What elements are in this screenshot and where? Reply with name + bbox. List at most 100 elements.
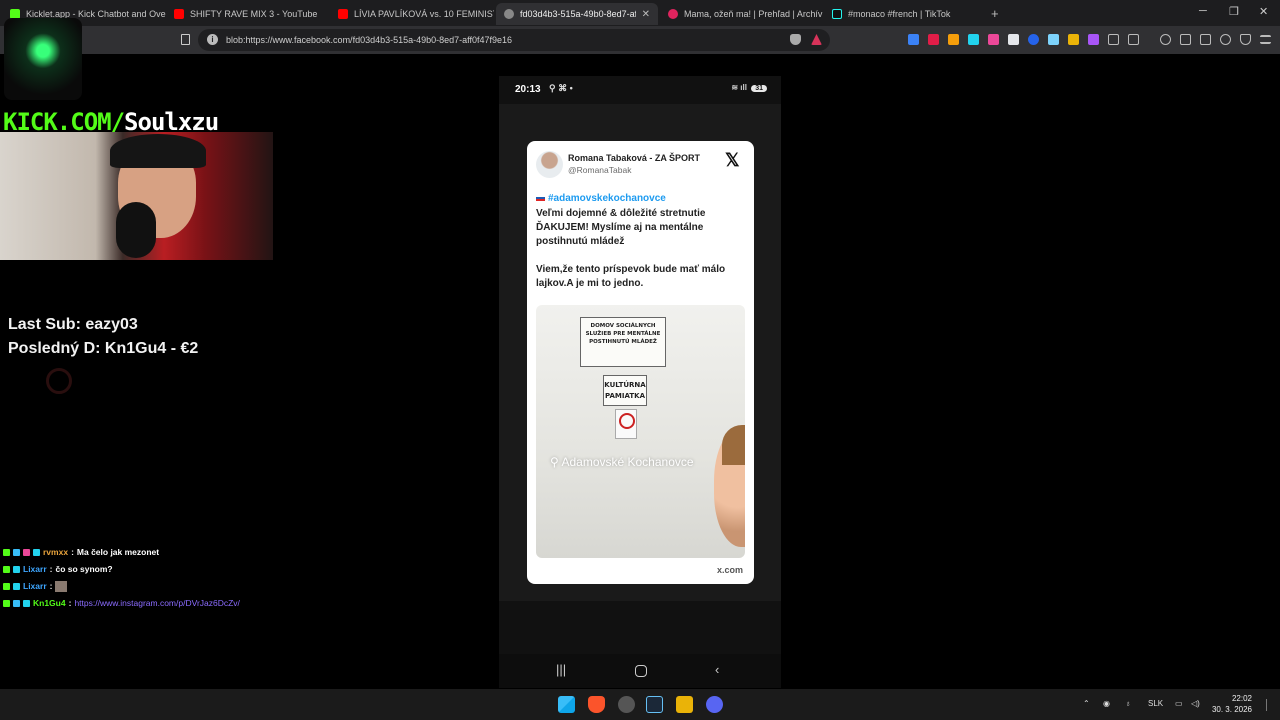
x-logo-icon: 𝕏: [725, 150, 740, 170]
phone-time: 20:13: [515, 84, 541, 95]
chevron-up-icon[interactable]: ⌃: [1083, 699, 1090, 708]
kick-badge-icon: [3, 566, 10, 573]
status-icons: ⚲ ⌘ •: [549, 83, 573, 93]
sub-badge-icon: [13, 583, 20, 590]
youtube-icon: [174, 9, 184, 19]
last-sub: Last Sub: eazy03: [8, 316, 138, 333]
sub-badge-icon: [13, 566, 20, 573]
vip-badge-icon: [33, 549, 40, 556]
location-pin-icon: ⚲: [550, 455, 562, 469]
phone-status-bar: 20:13 ⚲ ⌘ • ≋ ıll 31: [499, 76, 781, 104]
menu-icon[interactable]: [1260, 35, 1271, 44]
tab-youtube-mix[interactable]: SHIFTY RAVE MIX 3 - YouTube: [166, 3, 330, 25]
wallet-icon[interactable]: [1200, 34, 1211, 45]
extension-icon[interactable]: [1088, 34, 1099, 45]
tab-tiktok[interactable]: #monaco #french | TikTok: [824, 3, 988, 25]
extension-icon[interactable]: [928, 34, 939, 45]
chat-message: Lixarr : čo so synom?: [3, 561, 240, 578]
tab-title: #monaco #french | TikTok: [848, 9, 951, 19]
start-icon[interactable]: [558, 696, 575, 713]
url-text: blob:https://www.facebook.com/fd03d4b3-5…: [226, 35, 513, 45]
battery-icon: 31: [751, 85, 767, 92]
emote-image: [55, 581, 68, 592]
microphone-icon[interactable]: ♁: [1125, 699, 1131, 708]
extension-icon[interactable]: [988, 34, 999, 45]
tab-mama-ozen-ma[interactable]: Mama, ožeň ma! | Prehľad | Archív | T: [660, 3, 824, 25]
hashtag-link[interactable]: #adamovskekochanovce: [536, 193, 666, 204]
home-icon[interactable]: [635, 665, 647, 677]
kick-badge-icon: [3, 600, 10, 607]
watermark-icon: [46, 368, 72, 394]
screenshot-icon[interactable]: [1128, 34, 1139, 45]
discord-tray-icon[interactable]: ◉: [1103, 699, 1110, 708]
bookmark-icon[interactable]: [181, 34, 190, 45]
tweet-card: Romana Tabaková - ZA ŠPORT @RomanaTabak …: [527, 141, 754, 584]
tweet-photo: DOMOV SOCIÁLNYCH SLUŽIEB PRE MENTÁLNE PO…: [536, 305, 745, 558]
extension-icon[interactable]: [968, 34, 979, 45]
tab-title: Mama, ožeň ma! | Prehľad | Archív | T: [684, 9, 824, 19]
chat-username: rvmxx: [43, 547, 69, 557]
facility-sign: DOMOV SOCIÁLNYCH SLUŽIEB PRE MENTÁLNE PO…: [580, 317, 666, 367]
extension-icon[interactable]: [1008, 34, 1019, 45]
chat-message: Kn1Gu4 : https://www.instagram.com/p/DVr…: [3, 595, 240, 612]
tab-youtube-debate[interactable]: LÍVIA PAVLÍKOVÁ vs. 10 FEMINISTOV: [330, 3, 494, 25]
person-hair: [722, 425, 745, 465]
close-tab-icon[interactable]: ✕: [642, 9, 650, 20]
avatar: [536, 151, 563, 178]
extension-icon[interactable]: [1028, 34, 1039, 45]
extension-icon[interactable]: [1048, 34, 1059, 45]
puzzle-icon[interactable]: [1108, 34, 1119, 45]
leo-ai-icon[interactable]: [1220, 34, 1231, 45]
music-icon[interactable]: [1160, 34, 1171, 45]
tweet-body: Veľmi dojemné & dôležité stretnutie ĎAKU…: [536, 207, 746, 291]
steam-icon[interactable]: [646, 696, 663, 713]
kick-badge-icon: [3, 583, 10, 590]
show-desktop-button[interactable]: [1266, 699, 1267, 711]
back-icon[interactable]: ‹: [715, 662, 719, 677]
streamer-cap: [110, 134, 206, 168]
language-indicator[interactable]: SLK: [1148, 699, 1163, 708]
app-icon[interactable]: [676, 696, 693, 713]
obs-icon[interactable]: [618, 696, 635, 713]
chat-text: čo so synom?: [55, 564, 113, 574]
chat-text: Ma čelo jak mezonet: [76, 547, 160, 557]
minimize-icon[interactable]: ─: [1199, 5, 1207, 17]
stream-stats: Last Sub: eazy03 Posledný D: Kn1Gu4 - €2: [8, 313, 198, 361]
extension-icon[interactable]: [1068, 34, 1079, 45]
extension-icon[interactable]: [948, 34, 959, 45]
youtube-icon: [338, 9, 348, 19]
brave-browser-icon[interactable]: [588, 696, 605, 713]
vpn-icon[interactable]: [1240, 34, 1251, 45]
recent-apps-icon[interactable]: |||: [556, 662, 566, 677]
site-info-icon[interactable]: i: [207, 34, 218, 45]
tab-title: SHIFTY RAVE MIX 3 - YouTube: [190, 9, 318, 19]
close-window-icon[interactable]: ✕: [1259, 5, 1268, 18]
browser-toolbar: i blob:https://www.facebook.com/fd03d4b3…: [0, 26, 1280, 54]
sub-badge-icon: [13, 549, 20, 556]
microphone: [116, 202, 156, 258]
screen: Kicklet.app - Kick Chatbot and Overla SH…: [0, 0, 1280, 720]
chat-message: Lixarr :: [3, 578, 240, 595]
network-icon[interactable]: ▭: [1175, 699, 1183, 708]
sub-badge-icon: [13, 600, 20, 607]
restore-icon[interactable]: ❐: [1229, 5, 1239, 18]
location-tag: ⚲ Adamovské Kochanovce: [550, 455, 694, 469]
heritage-sign: KULTÚRNA PAMIATKA: [603, 375, 647, 406]
extension-icon[interactable]: [908, 34, 919, 45]
tv-icon: [668, 9, 678, 19]
discord-icon[interactable]: [706, 696, 723, 713]
tab-blob-active[interactable]: fd03d4b3-515a-49b0-8ed7-aff0f ✕: [496, 3, 658, 25]
chat-link[interactable]: https://www.instagram.com/p/DVrJaz6DcZv/: [74, 595, 239, 612]
new-tab-button[interactable]: +: [991, 6, 999, 21]
system-clock[interactable]: 22:02 30. 3. 2026: [1212, 693, 1252, 715]
tweet-paragraph: Veľmi dojemné & dôležité stretnutie ĎAKU…: [536, 208, 706, 247]
address-bar[interactable]: i blob:https://www.facebook.com/fd03d4b3…: [198, 29, 830, 51]
webcam-feed: [0, 132, 273, 260]
volume-icon[interactable]: ◁): [1191, 699, 1200, 708]
tweet-paragraph: Viem,že tento príspevok bude mať málo la…: [536, 264, 726, 289]
brave-shield-icon[interactable]: [790, 34, 801, 45]
chat-message: rvmxx : Ma čelo jak mezonet: [3, 544, 240, 561]
slovakia-flag-icon: [536, 195, 545, 202]
sidebar-icon[interactable]: [1180, 34, 1191, 45]
chat-username: Lixarr: [23, 564, 47, 574]
